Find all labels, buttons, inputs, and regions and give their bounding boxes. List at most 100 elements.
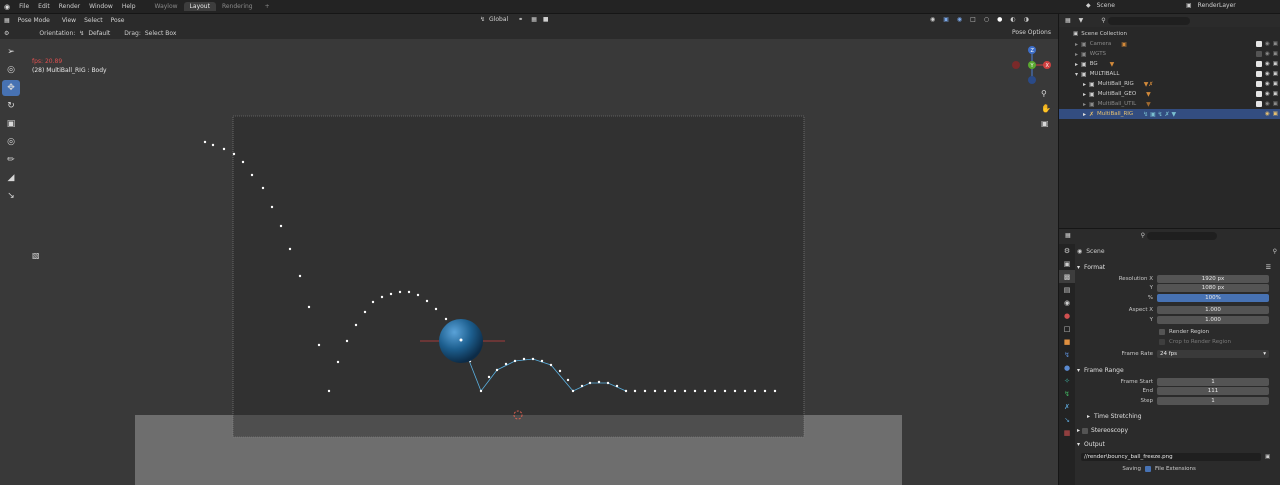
exclude-checkbox[interactable] (1255, 61, 1262, 67)
eye-icon[interactable]: ◉ (1265, 91, 1270, 97)
data-tab-icon[interactable]: ✗ (1059, 400, 1075, 413)
eye-icon[interactable]: ◉ (1265, 71, 1270, 77)
tab-layout[interactable]: Layout (183, 2, 216, 11)
sidebar-toggle-icon[interactable]: ▧ (32, 251, 40, 260)
expand-arrow-icon[interactable]: ▸ (1083, 101, 1086, 108)
frame-end-field[interactable]: 111 (1157, 387, 1269, 396)
collapse-arrow-icon[interactable]: ▾ (1075, 71, 1078, 78)
aspect-x-field[interactable]: 1.000 (1157, 306, 1269, 315)
render-camera-icon[interactable]: ▣ (1273, 91, 1278, 97)
exclude-checkbox[interactable] (1255, 81, 1262, 87)
eye-icon[interactable]: ◉ (1265, 51, 1270, 57)
resolution-percent-slider[interactable]: 100% (1157, 293, 1269, 302)
eye-icon[interactable]: ◉ (1265, 81, 1270, 87)
format-panel-header[interactable]: ▾ Format ☰ (1077, 262, 1280, 272)
world-tab-icon[interactable]: ● (1059, 309, 1075, 322)
render-tab-icon[interactable]: ▣ (1059, 257, 1075, 270)
render-camera-icon[interactable]: ▣ (1273, 81, 1278, 87)
exclude-checkbox[interactable] (1255, 71, 1262, 77)
crop-region-checkbox[interactable] (1159, 338, 1165, 345)
eye-icon[interactable]: ◉ (1265, 101, 1270, 107)
frame-range-panel-header[interactable]: ▾ Frame Range (1077, 365, 1280, 375)
outliner-row-multiball-geo[interactable]: ▸ ▣ MultiBall_GEO ▼ ◉ ▣ (1059, 89, 1280, 99)
constraint-tab-icon[interactable]: ↯ (1059, 387, 1075, 400)
render-camera-icon[interactable]: ▣ (1273, 61, 1278, 67)
pan-hand-icon[interactable]: ✋ (1041, 103, 1051, 113)
output-tab-icon[interactable]: ▩ (1059, 270, 1075, 283)
tab-rendering[interactable]: Rendering (216, 2, 259, 11)
frame-start-field[interactable]: 1 (1157, 377, 1269, 386)
menu-render[interactable]: Render (59, 3, 80, 10)
scene-selector[interactable]: ◆ Scene (1086, 2, 1115, 9)
scene-tab-icon[interactable]: ◉ (1059, 296, 1075, 309)
outliner-row-multiball[interactable]: ▾ ▣ MULTIBALL ◉ ▣ (1059, 69, 1280, 79)
expand-arrow-icon[interactable]: ▸ (1083, 91, 1086, 98)
physics-tab-icon[interactable]: ✧ (1059, 374, 1075, 387)
outliner-row-multiball-rig-object[interactable]: ▸ ✗ MultiBall_RIG ↯ ▣ ↯ ✗ ▼ ◉ ▣ (1059, 109, 1280, 119)
expand-arrow-icon[interactable]: ▸ (1083, 81, 1086, 88)
filter-icon[interactable]: ▼ (1079, 17, 1084, 24)
3d-viewport[interactable]: ▦ Pose Mode View Select Pose ↯ Global ⚭ … (0, 14, 1058, 485)
gizmo-neg-z-axis[interactable] (1028, 76, 1036, 84)
gizmo-neg-x-axis[interactable] (1012, 61, 1020, 69)
render-camera-icon[interactable]: ▣ (1273, 111, 1278, 117)
exclude-checkbox[interactable] (1255, 91, 1262, 97)
render-camera-icon[interactable]: ▣ (1273, 101, 1278, 107)
aspect-y-field[interactable]: 1.000 (1157, 315, 1269, 324)
file-extensions-checkbox[interactable] (1145, 465, 1151, 472)
pin-icon[interactable]: ⚲ (1273, 248, 1277, 255)
zoom-icon[interactable]: ⚲ (1041, 89, 1047, 98)
render-camera-icon[interactable]: ▣ (1273, 51, 1278, 57)
presets-icon[interactable]: ☰ (1266, 264, 1271, 271)
tool-tab-icon[interactable]: ⚙ (1059, 244, 1075, 257)
menu-file[interactable]: File (19, 3, 29, 10)
particles-tab-icon[interactable]: ● (1059, 361, 1075, 374)
resolution-y-field[interactable]: 1080 px (1157, 284, 1269, 293)
modifier-tab-icon[interactable]: ↯ (1059, 348, 1075, 361)
outliner-row-multiball-rig-collection[interactable]: ▸ ▣ MultiBall_RIG ▼✗ ◉ ▣ (1059, 79, 1280, 89)
exclude-checkbox[interactable] (1255, 51, 1262, 57)
eye-icon[interactable]: ◉ (1265, 61, 1270, 67)
selected-bone-head[interactable] (459, 338, 463, 342)
outliner-row-camera[interactable]: ▸ ▣ Camera ▣ ◉ ▣ (1059, 39, 1280, 49)
stereoscopy-checkbox[interactable] (1082, 427, 1089, 434)
collection-tab-icon[interactable]: □ (1059, 322, 1075, 335)
object-tab-icon[interactable]: ■ (1059, 335, 1075, 348)
expand-arrow-icon[interactable]: ▸ (1075, 41, 1078, 48)
outliner-row-bg[interactable]: ▸ ▣ BG ▼ ◉ ▣ (1059, 59, 1280, 69)
texture-tab-icon[interactable]: ▦ (1059, 426, 1075, 439)
outliner-row-multiball-util[interactable]: ▸ ▣ MultiBall_UTIL ▼ ◉ ▣ (1059, 99, 1280, 109)
bone-tab-icon[interactable]: ↘ (1059, 413, 1075, 426)
frame-step-field[interactable]: 1 (1157, 396, 1269, 405)
eye-icon[interactable]: ◉ (1265, 41, 1270, 47)
properties-editor-icon[interactable]: ▦ (1065, 232, 1071, 239)
exclude-checkbox[interactable] (1255, 41, 1262, 47)
resolution-x-field[interactable]: 1920 px (1157, 274, 1269, 283)
camera-view-icon[interactable]: ▣ (1041, 119, 1049, 128)
crop-region-row[interactable]: Crop to Render Region (1077, 337, 1280, 347)
frame-rate-dropdown[interactable]: 24 fps ▾ (1157, 350, 1269, 359)
navigation-gizmo[interactable]: Z X Y (1012, 46, 1051, 84)
expand-arrow-icon[interactable]: ▸ (1075, 51, 1078, 58)
scene-collection-row[interactable]: ▣ Scene Collection (1059, 29, 1280, 39)
render-region-checkbox[interactable] (1159, 329, 1165, 336)
time-stretching-subpanel[interactable]: ▸ Time Stretching (1077, 412, 1280, 422)
outliner-editor-icon[interactable]: ▦ (1065, 17, 1071, 24)
folder-icon[interactable]: ▣ (1265, 454, 1270, 460)
menu-help[interactable]: Help (122, 3, 136, 10)
menu-edit[interactable]: Edit (38, 3, 50, 10)
outliner-row-wgts[interactable]: ▸ ▣ WGTS ◉ ▣ (1059, 49, 1280, 59)
eye-icon[interactable]: ◉ (1265, 111, 1270, 117)
view-layer-selector[interactable]: ▣ RenderLayer (1186, 2, 1236, 9)
view-layer-tab-icon[interactable]: ▤ (1059, 283, 1075, 296)
outliner-search-input[interactable] (1107, 16, 1190, 25)
properties-search-input[interactable] (1147, 231, 1218, 240)
blender-logo-icon[interactable]: ◉ (4, 3, 10, 11)
tab-waylow[interactable]: Waylow (149, 2, 184, 11)
expand-arrow-icon[interactable]: ▸ (1075, 61, 1078, 68)
output-panel-header[interactable]: ▾ Output (1077, 440, 1280, 450)
render-region-row[interactable]: Render Region (1077, 328, 1280, 338)
expand-arrow-icon[interactable]: ▸ (1083, 111, 1086, 118)
render-camera-icon[interactable]: ▣ (1273, 71, 1278, 77)
add-workspace-button[interactable]: + (259, 2, 276, 11)
